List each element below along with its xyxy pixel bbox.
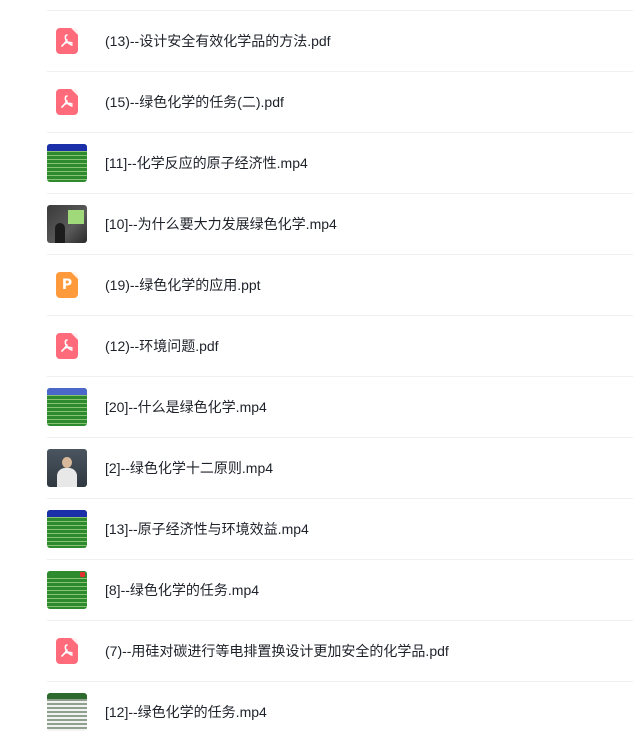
video-thumbnail — [47, 143, 87, 183]
file-name: [20]--什么是绿色化学.mp4 — [105, 399, 267, 415]
pdf-icon — [47, 631, 87, 671]
file-row[interactable]: [20]--什么是绿色化学.mp4 — [47, 376, 633, 437]
file-row[interactable]: (15)--绿色化学的任务(二).pdf — [47, 71, 633, 132]
ppt-icon: P — [47, 265, 87, 305]
file-name: (12)--环境问题.pdf — [105, 338, 219, 354]
file-row[interactable]: P (19)--绿色化学的应用.ppt — [47, 254, 633, 315]
file-row[interactable]: [2]--绿色化学十二原则.mp4 — [47, 437, 633, 498]
file-name: (19)--绿色化学的应用.ppt — [105, 277, 261, 293]
file-list: (13)--设计安全有效化学品的方法.pdf (15)--绿色化学的任务(二).… — [47, 10, 633, 742]
file-name: [11]--化学反应的原子经济性.mp4 — [105, 155, 308, 171]
file-name: [8]--绿色化学的任务.mp4 — [105, 582, 260, 598]
pdf-icon — [47, 21, 87, 61]
file-row[interactable]: (7)--用硅对碳进行等电排置换设计更加安全的化学品.pdf — [47, 620, 633, 681]
video-thumbnail — [47, 387, 87, 427]
file-row[interactable]: [8]--绿色化学的任务.mp4 — [47, 559, 633, 620]
file-row[interactable]: [13]--原子经济性与环境效益.mp4 — [47, 498, 633, 559]
file-row[interactable]: [12]--绿色化学的任务.mp4 — [47, 681, 633, 742]
video-thumbnail — [47, 692, 87, 732]
file-name: (15)--绿色化学的任务(二).pdf — [105, 94, 284, 110]
pdf-icon — [47, 82, 87, 122]
file-name: [12]--绿色化学的任务.mp4 — [105, 704, 267, 720]
file-row[interactable]: (12)--环境问题.pdf — [47, 315, 633, 376]
file-name: [13]--原子经济性与环境效益.mp4 — [105, 521, 309, 537]
video-thumbnail — [47, 509, 87, 549]
video-thumbnail — [47, 570, 87, 610]
file-row[interactable]: (13)--设计安全有效化学品的方法.pdf — [47, 10, 633, 71]
file-name: [10]--为什么要大力发展绿色化学.mp4 — [105, 216, 337, 232]
file-row[interactable]: [11]--化学反应的原子经济性.mp4 — [47, 132, 633, 193]
file-row[interactable]: [10]--为什么要大力发展绿色化学.mp4 — [47, 193, 633, 254]
file-name: [2]--绿色化学十二原则.mp4 — [105, 460, 274, 476]
video-thumbnail — [47, 204, 87, 244]
video-thumbnail — [47, 448, 87, 488]
file-name: (7)--用硅对碳进行等电排置换设计更加安全的化学品.pdf — [105, 643, 449, 659]
pdf-icon — [47, 326, 87, 366]
file-name: (13)--设计安全有效化学品的方法.pdf — [105, 33, 331, 49]
